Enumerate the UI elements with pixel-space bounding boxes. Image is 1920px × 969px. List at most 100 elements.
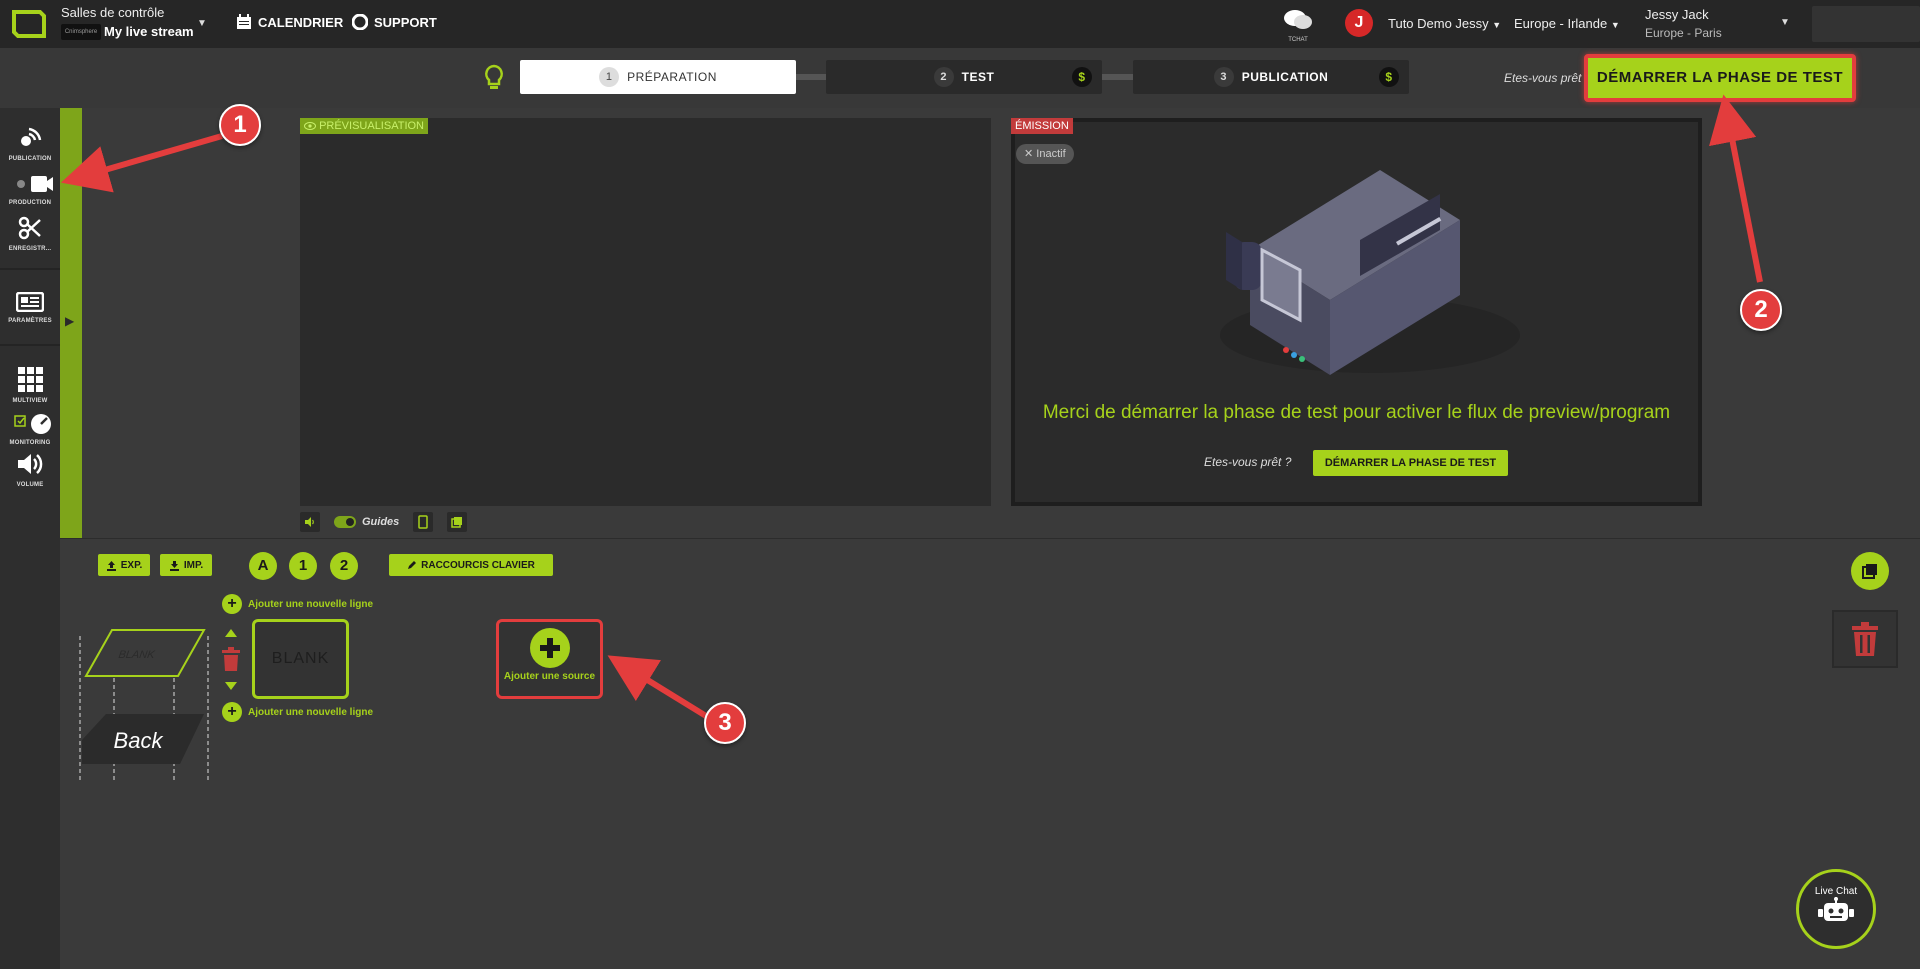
- preview-tag-label: PRÉVISUALISATION: [319, 120, 424, 132]
- app-logo[interactable]: [10, 8, 48, 40]
- chevron-down-icon[interactable]: ▼: [1780, 17, 1790, 28]
- sidebar-item-parameters[interactable]: PARAMÈTRES: [0, 291, 60, 324]
- layer-stack-diagram: BLANK Back: [79, 629, 209, 782]
- upload-icon: [106, 560, 116, 571]
- eye-icon: [304, 122, 316, 131]
- video-camera-icon: [17, 176, 53, 192]
- add-line-top-button[interactable]: + Ajouter une nouvelle ligne: [222, 594, 373, 614]
- step-label: TEST: [961, 70, 995, 84]
- plus-icon: [529, 628, 570, 668]
- sidebar-item-publication[interactable]: PUBLICATION: [0, 126, 60, 162]
- trash-icon: [1852, 622, 1878, 656]
- guides-label: Guides: [362, 516, 400, 528]
- dollar-icon: $: [1072, 67, 1092, 87]
- export-button[interactable]: EXP.: [98, 554, 150, 576]
- step-label: PRÉPARATION: [627, 70, 717, 84]
- emission-message: Merci de démarrer la phase de test pour …: [1042, 402, 1671, 423]
- pencil-icon: [408, 561, 417, 569]
- gauge-icon: [14, 414, 51, 434]
- step-number: 2: [933, 67, 954, 87]
- camera-illustration: [1220, 170, 1520, 375]
- move-down-icon[interactable]: [224, 681, 238, 691]
- keyboard-shortcuts-button[interactable]: RACCOURCIS CLAVIER: [389, 554, 553, 576]
- preview-tag: PRÉVISUALISATION: [300, 118, 428, 134]
- trash-icon[interactable]: [221, 646, 241, 672]
- status-badge-label: Inactif: [1036, 148, 1066, 160]
- lightbulb-icon[interactable]: [482, 64, 506, 92]
- account-selector[interactable]: Tuto Demo Jessy ▼: [1388, 16, 1501, 31]
- user-timezone: Europe - Paris: [1645, 26, 1722, 40]
- copy-icon: [1862, 564, 1877, 579]
- step-publication[interactable]: 3 PUBLICATION $: [1133, 60, 1409, 94]
- nav-support-label: SUPPORT: [374, 14, 437, 30]
- start-test-button-secondary[interactable]: DÉMARRER LA PHASE DE TEST: [1313, 450, 1508, 476]
- preview-toolbar: Guides: [300, 512, 468, 532]
- blurred-area: [1812, 6, 1920, 42]
- step-test[interactable]: 2 TEST $: [826, 60, 1102, 94]
- source-tile-blank[interactable]: BLANK: [252, 619, 349, 699]
- chevron-down-icon: ▼: [1492, 20, 1502, 30]
- sidebar-item-label: VOLUME: [16, 482, 44, 488]
- start-test-button[interactable]: DÉMARRER LA PHASE DE TEST: [1584, 54, 1856, 102]
- toggle-switch[interactable]: [334, 516, 356, 528]
- import-label: IMP.: [183, 559, 204, 571]
- layer-2-button[interactable]: 2: [330, 552, 358, 580]
- status-badge: ✕ Inactif: [1016, 144, 1074, 164]
- avatar[interactable]: J: [1345, 9, 1373, 37]
- duplicate-scene-button[interactable]: [1851, 552, 1889, 590]
- add-source-label: Ajouter une source: [503, 671, 596, 682]
- layer-a-button[interactable]: A: [249, 552, 277, 580]
- emission-tag: ÉMISSION: [1011, 118, 1073, 134]
- speaker-icon: [18, 454, 43, 474]
- sidebar-item-multiview[interactable]: MULTIVIEW: [0, 366, 60, 404]
- sidebar-item-recording[interactable]: ENREGISTR...: [0, 216, 60, 252]
- caret-right-icon[interactable]: ▶: [65, 314, 74, 328]
- guides-toggle[interactable]: Guides: [334, 516, 399, 528]
- add-line-bottom-button[interactable]: + Ajouter une nouvelle ligne: [222, 702, 373, 722]
- copy-button[interactable]: [447, 512, 468, 532]
- tchat-button[interactable]: TCHAT: [1280, 9, 1316, 43]
- nav-calendar[interactable]: CALENDRIER: [236, 14, 343, 30]
- move-up-icon[interactable]: [224, 628, 238, 638]
- newspaper-icon: [15, 291, 45, 313]
- mobile-view-button[interactable]: [413, 512, 434, 532]
- download-icon: [169, 560, 179, 571]
- broadcast-icon: [21, 127, 42, 146]
- sidebar-item-volume[interactable]: VOLUME: [0, 452, 60, 488]
- export-label: EXP.: [120, 559, 143, 571]
- nav-support[interactable]: SUPPORT: [352, 14, 437, 30]
- nav-calendar-label: CALENDRIER: [258, 14, 344, 30]
- step-preparation[interactable]: 1 PRÉPARATION: [520, 60, 796, 94]
- blank-layer-label: BLANK: [118, 649, 156, 661]
- volume-button[interactable]: [300, 512, 320, 532]
- region-selector[interactable]: Europe - Irlande ▼: [1514, 16, 1620, 31]
- control-room-label[interactable]: Salles de contrôle: [61, 5, 164, 20]
- plus-icon: +: [222, 702, 242, 722]
- stream-selector[interactable]: My live stream: [104, 24, 194, 39]
- speaker-icon: [305, 517, 314, 527]
- user-name[interactable]: Jessy Jack: [1645, 7, 1709, 22]
- chat-bubbles-icon: [1284, 10, 1312, 29]
- preview-monitor: [300, 118, 991, 506]
- plus-icon: +: [222, 594, 242, 614]
- robot-icon: [1818, 897, 1854, 921]
- chevron-down-icon: ▼: [1610, 20, 1620, 30]
- chevron-down-icon[interactable]: ▼: [197, 18, 207, 29]
- live-chat-button[interactable]: Live Chat: [1796, 869, 1876, 949]
- step-connector: [1102, 74, 1133, 80]
- delete-scene-button[interactable]: [1832, 610, 1898, 668]
- annotation-badge-1: 1: [219, 104, 261, 146]
- add-source-button[interactable]: Ajouter une source: [496, 619, 603, 699]
- sidebar-item-label: MONITORING: [9, 440, 51, 446]
- sidebar-item-label: PUBLICATION: [8, 156, 52, 162]
- account-name: Tuto Demo Jessy: [1388, 16, 1489, 31]
- layer-1-button[interactable]: 1: [289, 552, 317, 580]
- sidebar-item-monitoring[interactable]: MONITORING: [0, 410, 60, 446]
- annotation-badge-2: 2: [1740, 289, 1782, 331]
- annotation-badge-3: 3: [704, 702, 746, 744]
- back-layer-label: Back: [114, 728, 164, 753]
- sidebar-item-production[interactable]: PRODUCTION: [0, 174, 60, 206]
- import-button[interactable]: IMP.: [160, 554, 212, 576]
- step-number: 1: [599, 67, 620, 87]
- shortcuts-label: RACCOURCIS CLAVIER: [421, 559, 535, 571]
